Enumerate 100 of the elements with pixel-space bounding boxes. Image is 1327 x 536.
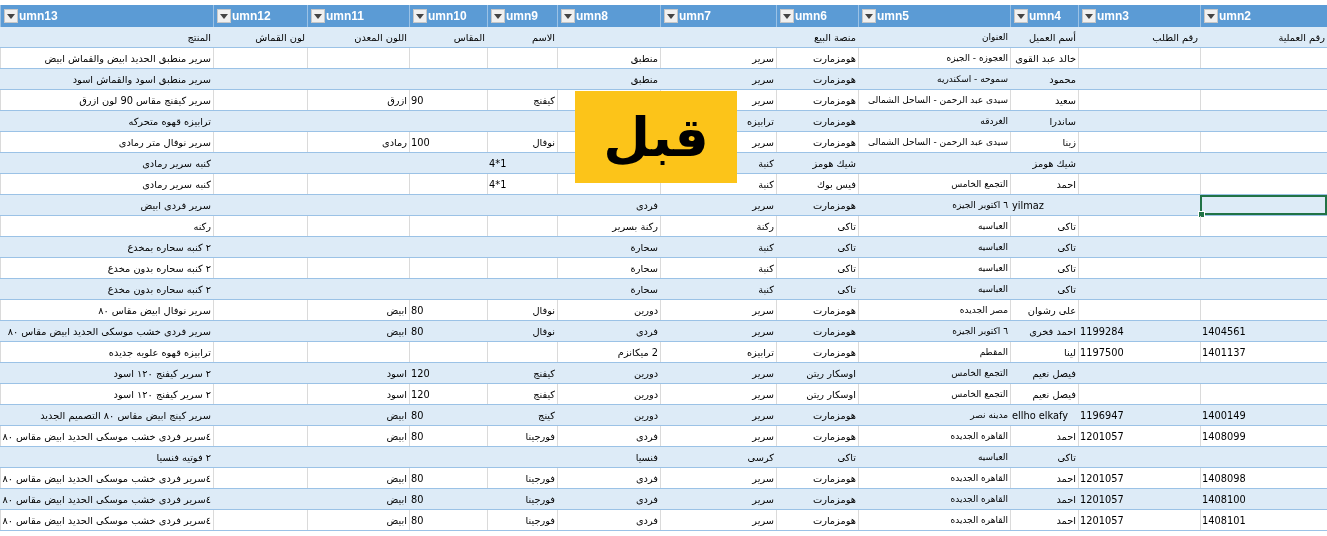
table-cell-text: المقاس — [452, 31, 485, 43]
table-cell-text: تاكى — [1056, 262, 1076, 274]
table-cell-text: كيفنج — [532, 388, 555, 400]
table-cell-text: yilmaz — [1012, 199, 1045, 211]
table-cell-text: فردى — [634, 493, 658, 505]
filter-dropdown-button[interactable] — [491, 9, 505, 23]
table-cell-text: 1408098 — [1202, 472, 1247, 484]
filter-dropdown-button[interactable] — [780, 9, 794, 23]
table-cell-text: التجمع الخامس — [950, 179, 1008, 189]
column-header-label: umn4 — [1029, 9, 1061, 23]
table-cell-text: العباسيه — [976, 284, 1008, 294]
filter-dropdown-button[interactable] — [1204, 9, 1218, 23]
caret-down-icon — [865, 13, 873, 19]
selected-cell[interactable] — [1200, 195, 1327, 215]
table-cell-text: 80 — [411, 493, 425, 505]
filter-dropdown-button[interactable] — [1082, 9, 1096, 23]
table-cell-text: العنوان — [980, 32, 1008, 42]
table-cell-text: 4*1 — [489, 178, 508, 190]
table-cell-text: 1401137 — [1202, 346, 1247, 358]
table-cell-text: ابيض — [385, 304, 407, 316]
table-cell-text: ellho elkafy — [1012, 409, 1070, 421]
table-cell-text: 1201057 — [1080, 472, 1125, 484]
table-cell-text: القاهره الجديده — [949, 494, 1008, 504]
table-cell-text: فردى — [634, 199, 658, 211]
caret-down-icon — [220, 13, 228, 19]
table-cell-text: هومزمارت — [811, 493, 856, 505]
table-cell-text: فنسيا — [634, 451, 658, 463]
caret-down-icon — [494, 13, 502, 19]
table-cell-text: 1199284 — [1080, 325, 1125, 337]
table-cell-text: فردى — [634, 472, 658, 484]
table-cell-text: منطبق — [629, 52, 658, 64]
table-cell-text: اوسكار ريتن — [805, 367, 856, 379]
before-label: قبل — [575, 91, 737, 183]
table-cell-text: رقم الطلب — [1151, 31, 1198, 43]
table-cell-text: ٦ اكتوبر الجيزه — [951, 200, 1008, 210]
table-cell-text: فورجينا — [524, 472, 555, 484]
table-cell-text: كنبة — [757, 283, 774, 295]
table-cell-text: سرير نوفال ابيض مقاس ٨٠ — [97, 304, 211, 316]
table-cell-text: التجمع الخامس — [950, 368, 1008, 378]
table-cell-text: ٦ اكتوبر الجيزه — [951, 326, 1008, 336]
table-cell-text: سرير — [750, 514, 774, 526]
filter-dropdown-button[interactable] — [862, 9, 876, 23]
table-cell-text: سرير نوفال متر رمادى — [117, 136, 211, 148]
filter-dropdown-button[interactable] — [413, 9, 427, 23]
table-cell-text: اسود — [385, 367, 407, 379]
table-cell: ٤سرير فردى خشب موسكى الحديد ابيض مقاس ٨٠ — [2, 472, 211, 484]
table-cell-text: سرير — [750, 367, 774, 379]
table-cell-text: القاهره الجديده — [949, 515, 1008, 525]
table-cell-text: كنبة — [757, 262, 774, 274]
fill-handle[interactable] — [1198, 211, 1205, 218]
table-cell-text: كنبة — [757, 178, 774, 190]
column-header-label: umn5 — [877, 9, 909, 23]
table-cell-text: 1201057 — [1080, 493, 1125, 505]
table-cell-text: 120 — [411, 367, 431, 379]
table-cell-text: دورين — [633, 304, 658, 316]
table-cell-text: فورجينا — [524, 514, 555, 526]
filter-dropdown-button[interactable] — [217, 9, 231, 23]
table-cell-text: تاكى — [836, 451, 856, 463]
table-cell-text: المقطم — [978, 347, 1008, 357]
table-cell-text: هومزمارت — [811, 325, 856, 337]
table-cell-text: دورين — [633, 367, 658, 379]
table-cell-text: 1408101 — [1202, 514, 1247, 526]
table-cell-text: نوفال — [531, 325, 555, 337]
column-header-label: umn12 — [232, 9, 271, 23]
table-cell-text: خالد عبد القوى — [1014, 52, 1076, 64]
table-cell-text: سرير منطبق اسود والقماش اسود — [71, 73, 211, 85]
filter-dropdown-button[interactable] — [311, 9, 325, 23]
table-cell-text: فيس بوك — [815, 178, 856, 190]
table-cell-text: 100 — [411, 136, 431, 148]
table-cell-text: هومزمارت — [811, 409, 856, 421]
table-cell-text: هومزمارت — [811, 472, 856, 484]
table-cell: ٤سرير فردى خشب موسكى الحديد ابيض مقاس ٨٠ — [2, 430, 211, 442]
table-cell-text: سرير — [750, 430, 774, 442]
table-cell-text: سيدى عبد الرحمن - الساحل الشمالى — [866, 95, 1008, 105]
table-cell-text: الغردقه — [979, 116, 1008, 126]
filter-dropdown-button[interactable] — [4, 9, 18, 23]
table-cell-text: فيصل نعيم — [1031, 367, 1076, 379]
table-cell-text: سرير فردى ابيض — [139, 199, 211, 211]
table-cell-text: كنبه سرير رمادى — [141, 178, 211, 190]
table-cell-text: العباسيه — [976, 263, 1008, 273]
table-cell-text: ٢ كنبه سحاره بدون مخدع — [106, 283, 211, 295]
table-cell-text: العباسيه — [976, 452, 1008, 462]
table-cell-text: تاكى — [836, 241, 856, 253]
table-cell-text: سحارة — [629, 241, 658, 253]
table-cell-text: نوفال — [531, 304, 555, 316]
table-cell-text: سحارة — [629, 283, 658, 295]
caret-down-icon — [416, 13, 424, 19]
table-cell: ٤سرير فردى خشب موسكى الحديد ابيض مقاس ٨٠ — [2, 493, 211, 505]
table-cell-text: تاكى — [1056, 451, 1076, 463]
table-cell-text: العباسيه — [976, 242, 1008, 252]
filter-dropdown-button[interactable] — [1014, 9, 1028, 23]
table-cell-text: التجمع الخامس — [950, 389, 1008, 399]
filter-dropdown-button[interactable] — [561, 9, 575, 23]
table-cell-text: المنتج — [186, 31, 211, 43]
column-header-label: umn7 — [679, 9, 711, 23]
column-header-label: umn6 — [795, 9, 827, 23]
table-cell-text: سرير — [750, 493, 774, 505]
table-cell-text: 80 — [411, 472, 425, 484]
filter-dropdown-button[interactable] — [664, 9, 678, 23]
table-cell-text: رمادى — [381, 136, 407, 148]
